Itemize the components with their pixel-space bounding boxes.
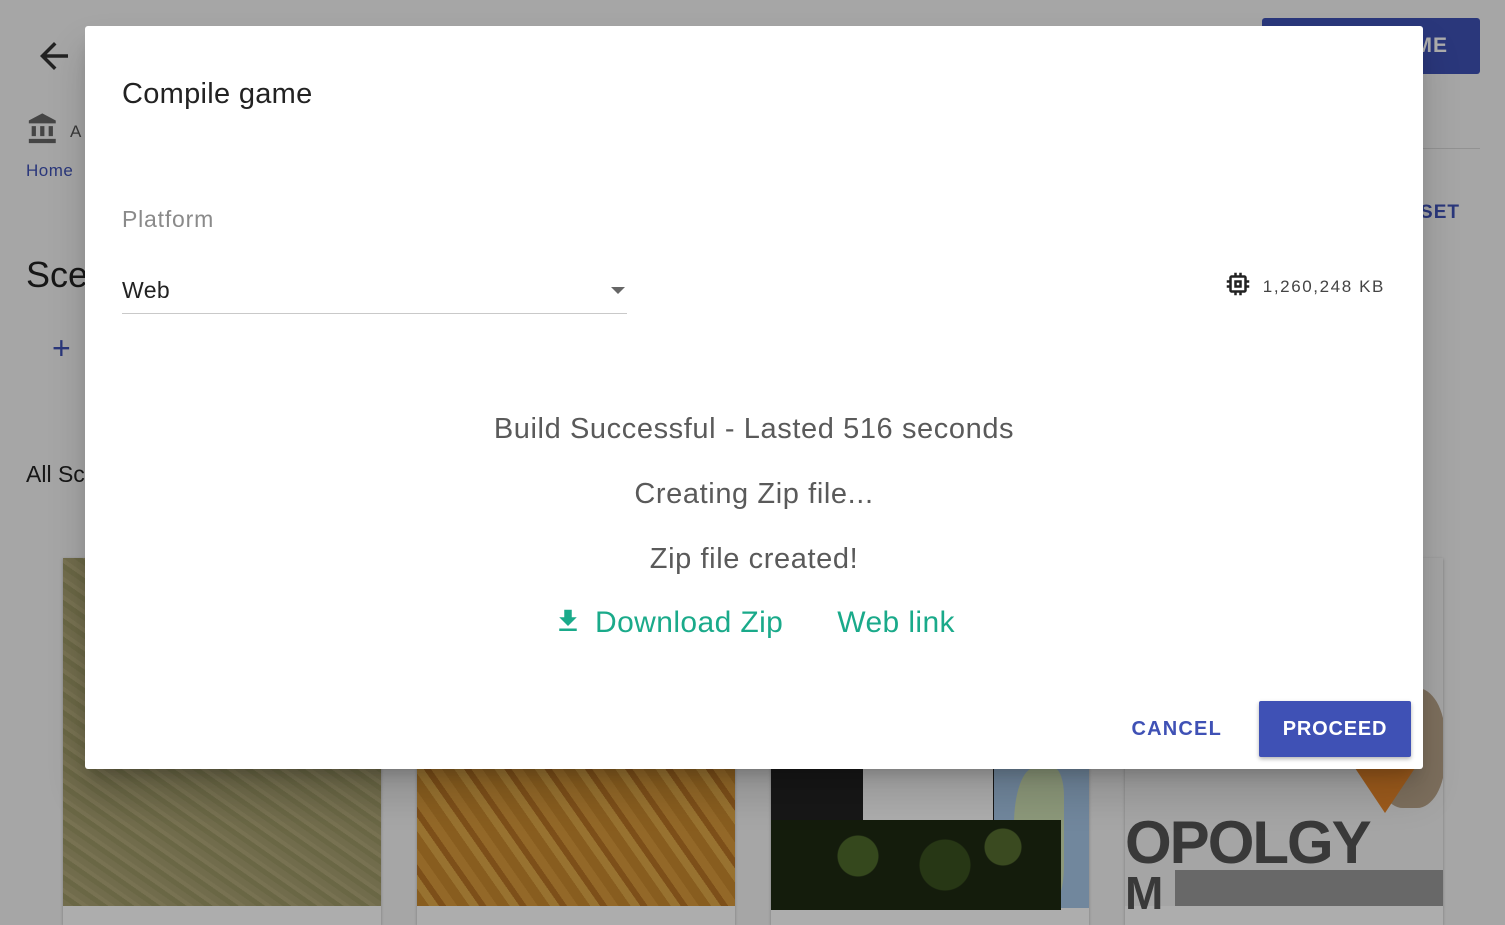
status-creating-zip: Creating Zip file... [634, 478, 874, 510]
platform-select-value: Web [122, 277, 171, 303]
build-size-info: 1,260,248 KB [1223, 269, 1385, 304]
dialog-actions: CANCEL PROCEED [1131, 701, 1411, 757]
download-zip-label: Download Zip [595, 606, 784, 639]
build-size-text: 1,260,248 KB [1262, 276, 1385, 296]
web-link[interactable]: Web link [837, 606, 955, 640]
cancel-button[interactable]: CANCEL [1131, 718, 1222, 741]
platform-label: Platform [122, 206, 215, 232]
result-links: Download Zip Web link [85, 606, 1423, 640]
compile-game-dialog: Compile game Platform Web 1,260,248 KB B… [85, 26, 1423, 769]
dialog-title: Compile game [122, 78, 313, 110]
platform-select[interactable]: Web [122, 268, 627, 314]
status-zip-created: Zip file created! [649, 543, 859, 575]
status-build-successful: Build Successful - Lasted 516 seconds [493, 413, 1015, 445]
memory-chip-icon [1223, 269, 1253, 304]
download-zip-link[interactable]: Download Zip [553, 606, 783, 640]
download-icon [559, 609, 577, 631]
proceed-button[interactable]: PROCEED [1259, 701, 1411, 757]
dropdown-caret-icon [611, 287, 625, 294]
